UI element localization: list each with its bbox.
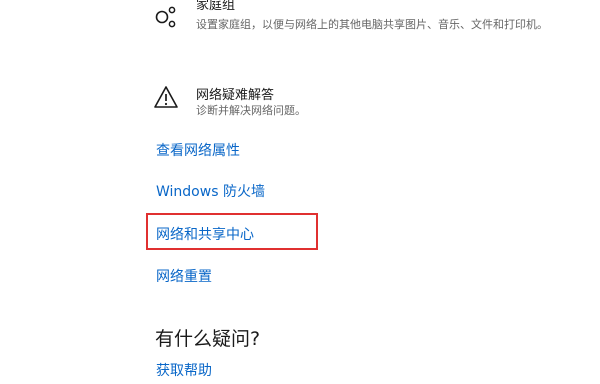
warning-icon <box>153 84 179 110</box>
help-section-heading: 有什么疑问? <box>155 328 261 350</box>
windows-firewall-link[interactable]: Windows 防火墙 <box>156 181 265 201</box>
network-reset-link[interactable]: 网络重置 <box>156 266 212 286</box>
homegroup-setting[interactable]: 家庭组 设置家庭组，以便与网络上的其他电脑共享图片、音乐、文件和打印机。 <box>150 0 600 60</box>
troubleshoot-description: 诊断并解决网络问题。 <box>196 104 306 117</box>
homegroup-icon <box>153 4 179 30</box>
troubleshoot-title: 网络疑难解答 <box>196 88 275 103</box>
homegroup-description: 设置家庭组，以便与网络上的其他电脑共享图片、音乐、文件和打印机。 <box>196 18 548 31</box>
get-help-link[interactable]: 获取帮助 <box>156 360 212 380</box>
highlight-annotation-box <box>146 213 318 250</box>
network-troubleshoot-setting[interactable]: 网络疑难解答 诊断并解决网络问题。 <box>150 84 600 124</box>
view-network-properties-link[interactable]: 查看网络属性 <box>156 140 240 160</box>
homegroup-title: 家庭组 <box>196 0 236 13</box>
network-settings-page: 家庭组 设置家庭组，以便与网络上的其他电脑共享图片、音乐、文件和打印机。 网络疑… <box>0 0 600 384</box>
